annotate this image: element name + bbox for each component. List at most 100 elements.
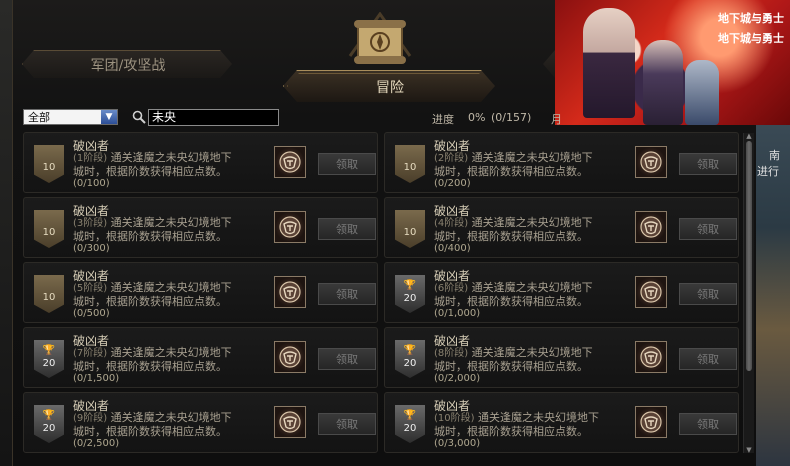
trophy-badge-icon: 🏆 20 — [34, 340, 64, 378]
trophy-icon: 🏆 — [403, 409, 417, 421]
progress-percent: 0% — [468, 111, 486, 124]
claim-button[interactable]: 领取 — [318, 413, 376, 435]
trophy-badge-icon: 🏆 20 — [34, 405, 64, 443]
achievement-desc-line1: 通关逢魔之未央幻境地下 — [471, 151, 593, 164]
banner-logo-secondary: 地下城与勇士 — [718, 32, 784, 45]
reward-emblem-icon-glyph — [279, 216, 301, 238]
reward-emblem-icon[interactable] — [274, 276, 306, 308]
reward-emblem-icon[interactable] — [635, 146, 667, 178]
trophy-icon: 🏆 — [403, 279, 417, 291]
achievement-level: (4阶段) — [434, 218, 469, 229]
banner-character-3 — [685, 60, 719, 125]
badge-points: 20 — [42, 357, 56, 369]
claim-button[interactable]: 领取 — [679, 413, 737, 435]
scrollbar-thumb[interactable] — [746, 141, 752, 371]
reward-emblem-icon[interactable] — [635, 406, 667, 438]
achievement-card: 🏆 20 破凶者 (8阶段) 通关逢魔之未央幻境地下 城时，根据阶数获得相应点数。 … — [384, 327, 739, 388]
tab-guild-war[interactable]: 军团/攻坚战 — [22, 50, 232, 78]
achievement-desc-line2: 城时，根据阶数获得相应点数。 — [434, 295, 588, 308]
reward-emblem-icon[interactable] — [635, 276, 667, 308]
scroll-emblem-icon — [348, 12, 412, 64]
reward-emblem-icon-glyph — [640, 281, 662, 303]
achievement-desc-line1: 通关逢魔之未央幻境地下 — [478, 411, 600, 424]
search-input[interactable]: 未央 — [148, 109, 279, 126]
achievement-card: 🏆 20 破凶者 (6阶段) 通关逢魔之未央幻境地下 城时，根据阶数获得相应点数。 … — [384, 262, 739, 323]
reward-emblem-icon[interactable] — [635, 211, 667, 243]
reward-emblem-icon[interactable] — [635, 341, 667, 373]
scroll-up-icon[interactable]: ▲ — [745, 133, 753, 140]
reward-emblem-icon[interactable] — [274, 406, 306, 438]
claim-button[interactable]: 领取 — [318, 153, 376, 175]
tab-adventure[interactable]: 冒险 — [283, 70, 495, 102]
background-left — [0, 0, 12, 466]
achievement-card: 10 破凶者 (3阶段) 通关逢魔之未央幻境地下 城时，根据阶数获得相应点数。 (… — [23, 197, 378, 258]
claim-button[interactable]: 领取 — [679, 283, 737, 305]
achievement-desc-line2: 城时，根据阶数获得相应点数。 — [434, 360, 588, 373]
achievement-level: (1阶段) — [73, 153, 108, 164]
badge-points: 10 — [42, 292, 56, 303]
achievement-card: 10 破凶者 (2阶段) 通关逢魔之未央幻境地下 城时，根据阶数获得相应点数。 (… — [384, 132, 739, 193]
reward-emblem-icon-glyph — [279, 346, 301, 368]
claim-button[interactable]: 领取 — [318, 348, 376, 370]
scrollbar[interactable]: ▲ ▼ — [743, 133, 754, 454]
claim-button[interactable]: 领取 — [679, 153, 737, 175]
dropdown-arrow-icon[interactable]: ▼ — [101, 110, 117, 124]
achievement-description: (10阶段) 通关逢魔之未央幻境地下 城时，根据阶数获得相应点数。 — [434, 411, 634, 438]
achievement-description: (6阶段) 通关逢魔之未央幻境地下 城时，根据阶数获得相应点数。 — [434, 281, 634, 308]
achievement-desc-line1: 通关逢魔之未央幻境地下 — [471, 346, 593, 359]
achievement-desc-line1: 通关逢魔之未央幻境地下 — [110, 281, 232, 294]
achievement-description: (9阶段) 通关逢魔之未央幻境地下 城时，根据阶数获得相应点数。 — [73, 411, 273, 438]
achievement-card: 🏆 20 破凶者 (10阶段) 通关逢魔之未央幻境地下 城时，根据阶数获得相应点数。… — [384, 392, 739, 453]
progress-count: (0/157) — [491, 111, 532, 124]
achievement-progress: (0/300) — [73, 243, 110, 254]
badge-points: 10 — [42, 162, 56, 173]
shield-badge-icon: 10 — [34, 145, 64, 183]
achievement-level: (10阶段) — [434, 413, 475, 424]
achievement-progress: (0/3,000) — [434, 438, 481, 449]
achievement-description: (8阶段) 通关逢魔之未央幻境地下 城时，根据阶数获得相应点数。 — [434, 346, 634, 373]
shield-badge-icon: 10 — [34, 275, 64, 313]
banner-character-2 — [643, 40, 683, 125]
trophy-icon: 🏆 — [42, 409, 56, 421]
progress-extra: 月 — [551, 113, 562, 126]
trophy-badge-icon: 🏆 20 — [395, 405, 425, 443]
achievement-progress: (0/400) — [434, 243, 471, 254]
achievement-level: (6阶段) — [434, 283, 469, 294]
achievement-progress: (0/2,500) — [73, 438, 120, 449]
category-select[interactable]: 全部 ▼ — [23, 109, 118, 125]
badge-points: 10 — [403, 227, 417, 238]
achievement-level: (5阶段) — [73, 283, 108, 294]
category-select-value: 全部 — [28, 111, 50, 124]
achievement-level: (8阶段) — [434, 348, 469, 359]
achievement-desc-line2: 城时，根据阶数获得相应点数。 — [73, 360, 227, 373]
side-text-2: 进行 — [757, 165, 779, 178]
reward-emblem-icon[interactable] — [274, 211, 306, 243]
scroll-down-icon[interactable]: ▼ — [745, 447, 753, 454]
promo-banner[interactable]: 地下城与勇士 地下城与勇士 — [555, 0, 790, 125]
badge-points: 20 — [403, 292, 417, 304]
achievement-description: (4阶段) 通关逢魔之未央幻境地下 城时，根据阶数获得相应点数。 — [434, 216, 634, 243]
reward-emblem-icon-glyph — [640, 411, 662, 433]
reward-emblem-icon[interactable] — [274, 341, 306, 373]
side-text-1: 南 — [769, 149, 780, 162]
achievement-progress: (0/500) — [73, 308, 110, 319]
reward-emblem-icon[interactable] — [274, 146, 306, 178]
reward-emblem-icon-glyph — [279, 151, 301, 173]
claim-button[interactable]: 领取 — [679, 218, 737, 240]
reward-emblem-icon-glyph — [640, 346, 662, 368]
achievement-desc-line2: 城时，根据阶数获得相应点数。 — [73, 295, 227, 308]
claim-button[interactable]: 领取 — [318, 283, 376, 305]
reward-emblem-icon-glyph — [279, 411, 301, 433]
shield-badge-icon: 10 — [34, 210, 64, 248]
trophy-icon: 🏆 — [42, 344, 56, 356]
achievement-desc-line2: 城时，根据阶数获得相应点数。 — [73, 425, 227, 438]
trophy-icon: 🏆 — [403, 344, 417, 356]
search-icon — [132, 110, 146, 124]
shield-badge-icon: 10 — [395, 210, 425, 248]
achievement-description: (7阶段) 通关逢魔之未央幻境地下 城时，根据阶数获得相应点数。 — [73, 346, 273, 373]
claim-button[interactable]: 领取 — [679, 348, 737, 370]
achievement-level: (9阶段) — [73, 413, 108, 424]
reward-emblem-icon-glyph — [279, 281, 301, 303]
shield-badge-icon: 10 — [395, 145, 425, 183]
claim-button[interactable]: 领取 — [318, 218, 376, 240]
